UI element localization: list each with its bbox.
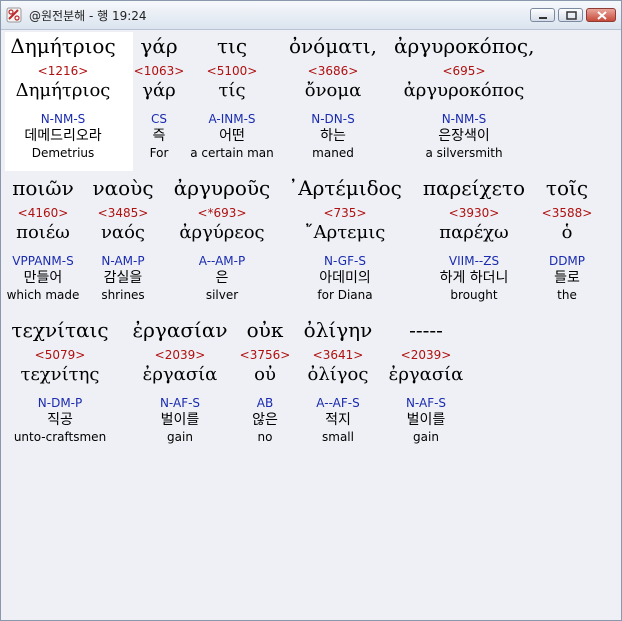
korean-gloss: 은장색이 [438,128,490,144]
strong-number: <2039> [400,348,452,362]
word-column[interactable]: ᾽Αρτέμιδος <735> ῎Αρτεμις N-GF-S 아데미의 for Dia… [275,176,415,302]
greek-word: ᾽Αρτέμιδος [288,176,402,200]
close-button[interactable] [586,8,616,22]
parse-code: A--AM-P [198,254,246,268]
minimize-icon [539,17,547,19]
lemma-word: ἐργασία [388,364,464,385]
korean-gloss: 하는 [320,128,346,144]
english-gloss: for Diana [317,288,373,302]
korean-gloss: 아데미의 [319,270,371,286]
greek-word: τοῖς [545,176,589,200]
english-gloss: maned [312,146,354,160]
parse-code: N-GF-S [324,254,366,268]
word-column[interactable]: τοῖς <3588> ὁ DDMP 들로 the [497,176,622,302]
parse-code: N-AF-S [405,396,447,410]
english-gloss: silver [205,288,239,302]
word-column[interactable]: ὀνόματι, <3686> ὄνομα N-DN-S 하는 maned [263,34,403,160]
lemma-word: ὁ [561,222,573,243]
english-gloss: gain [413,430,439,444]
strong-number: <*693> [197,206,247,220]
lemma-word: ἀργυροκόπος [403,80,525,101]
korean-gloss: 들로 [554,270,580,286]
lemma-word: ἀργύρεος [179,222,265,243]
strong-number: <695> [442,64,486,78]
app-window: @원전분해 - 행 19:24 Δημήτριος <1216> Δημήτριος… [0,0,622,621]
greek-word: ὀνόματι, [288,34,377,58]
app-icon[interactable] [6,7,22,23]
strong-number: <3686> [307,64,359,78]
greek-word: ἀργυροῦς [173,176,271,200]
greek-word: ----- [409,318,443,342]
english-gloss: the [557,288,577,302]
korean-gloss: 은 [215,270,229,286]
parse-code: N-NM-S [441,112,487,126]
parse-code: N-DN-S [311,112,355,126]
maximize-button[interactable] [558,8,583,22]
english-gloss: a silversmith [425,146,503,160]
minimize-button[interactable] [530,8,555,22]
lemma-word: ῎Αρτεμις [304,222,386,243]
maximize-icon [566,11,577,20]
close-icon [597,11,607,20]
strong-number: <735> [323,206,367,220]
window-title: @원전분해 - 행 19:24 [29,9,147,23]
title-bar[interactable]: @원전분해 - 행 19:24 [1,1,621,30]
word-column[interactable]: ἀργυροῦς <*693> ἀργύρεος A--AM-P 은 silver [152,176,292,302]
greek-word: ἀργυροκόπος, [394,34,535,58]
parse-code: DDMP [548,254,586,268]
strong-number: <3588> [541,206,593,220]
lemma-word: ὄνομα [304,80,362,101]
word-column[interactable]: ἀργυροκόπος, <695> ἀργυροκόπος N-NM-S 은장색이 a … [394,34,534,160]
korean-gloss: 벌이를 [406,412,446,428]
word-column[interactable]: ----- <2039> ἐργασία N-AF-S 벌이를 gain [356,318,496,444]
